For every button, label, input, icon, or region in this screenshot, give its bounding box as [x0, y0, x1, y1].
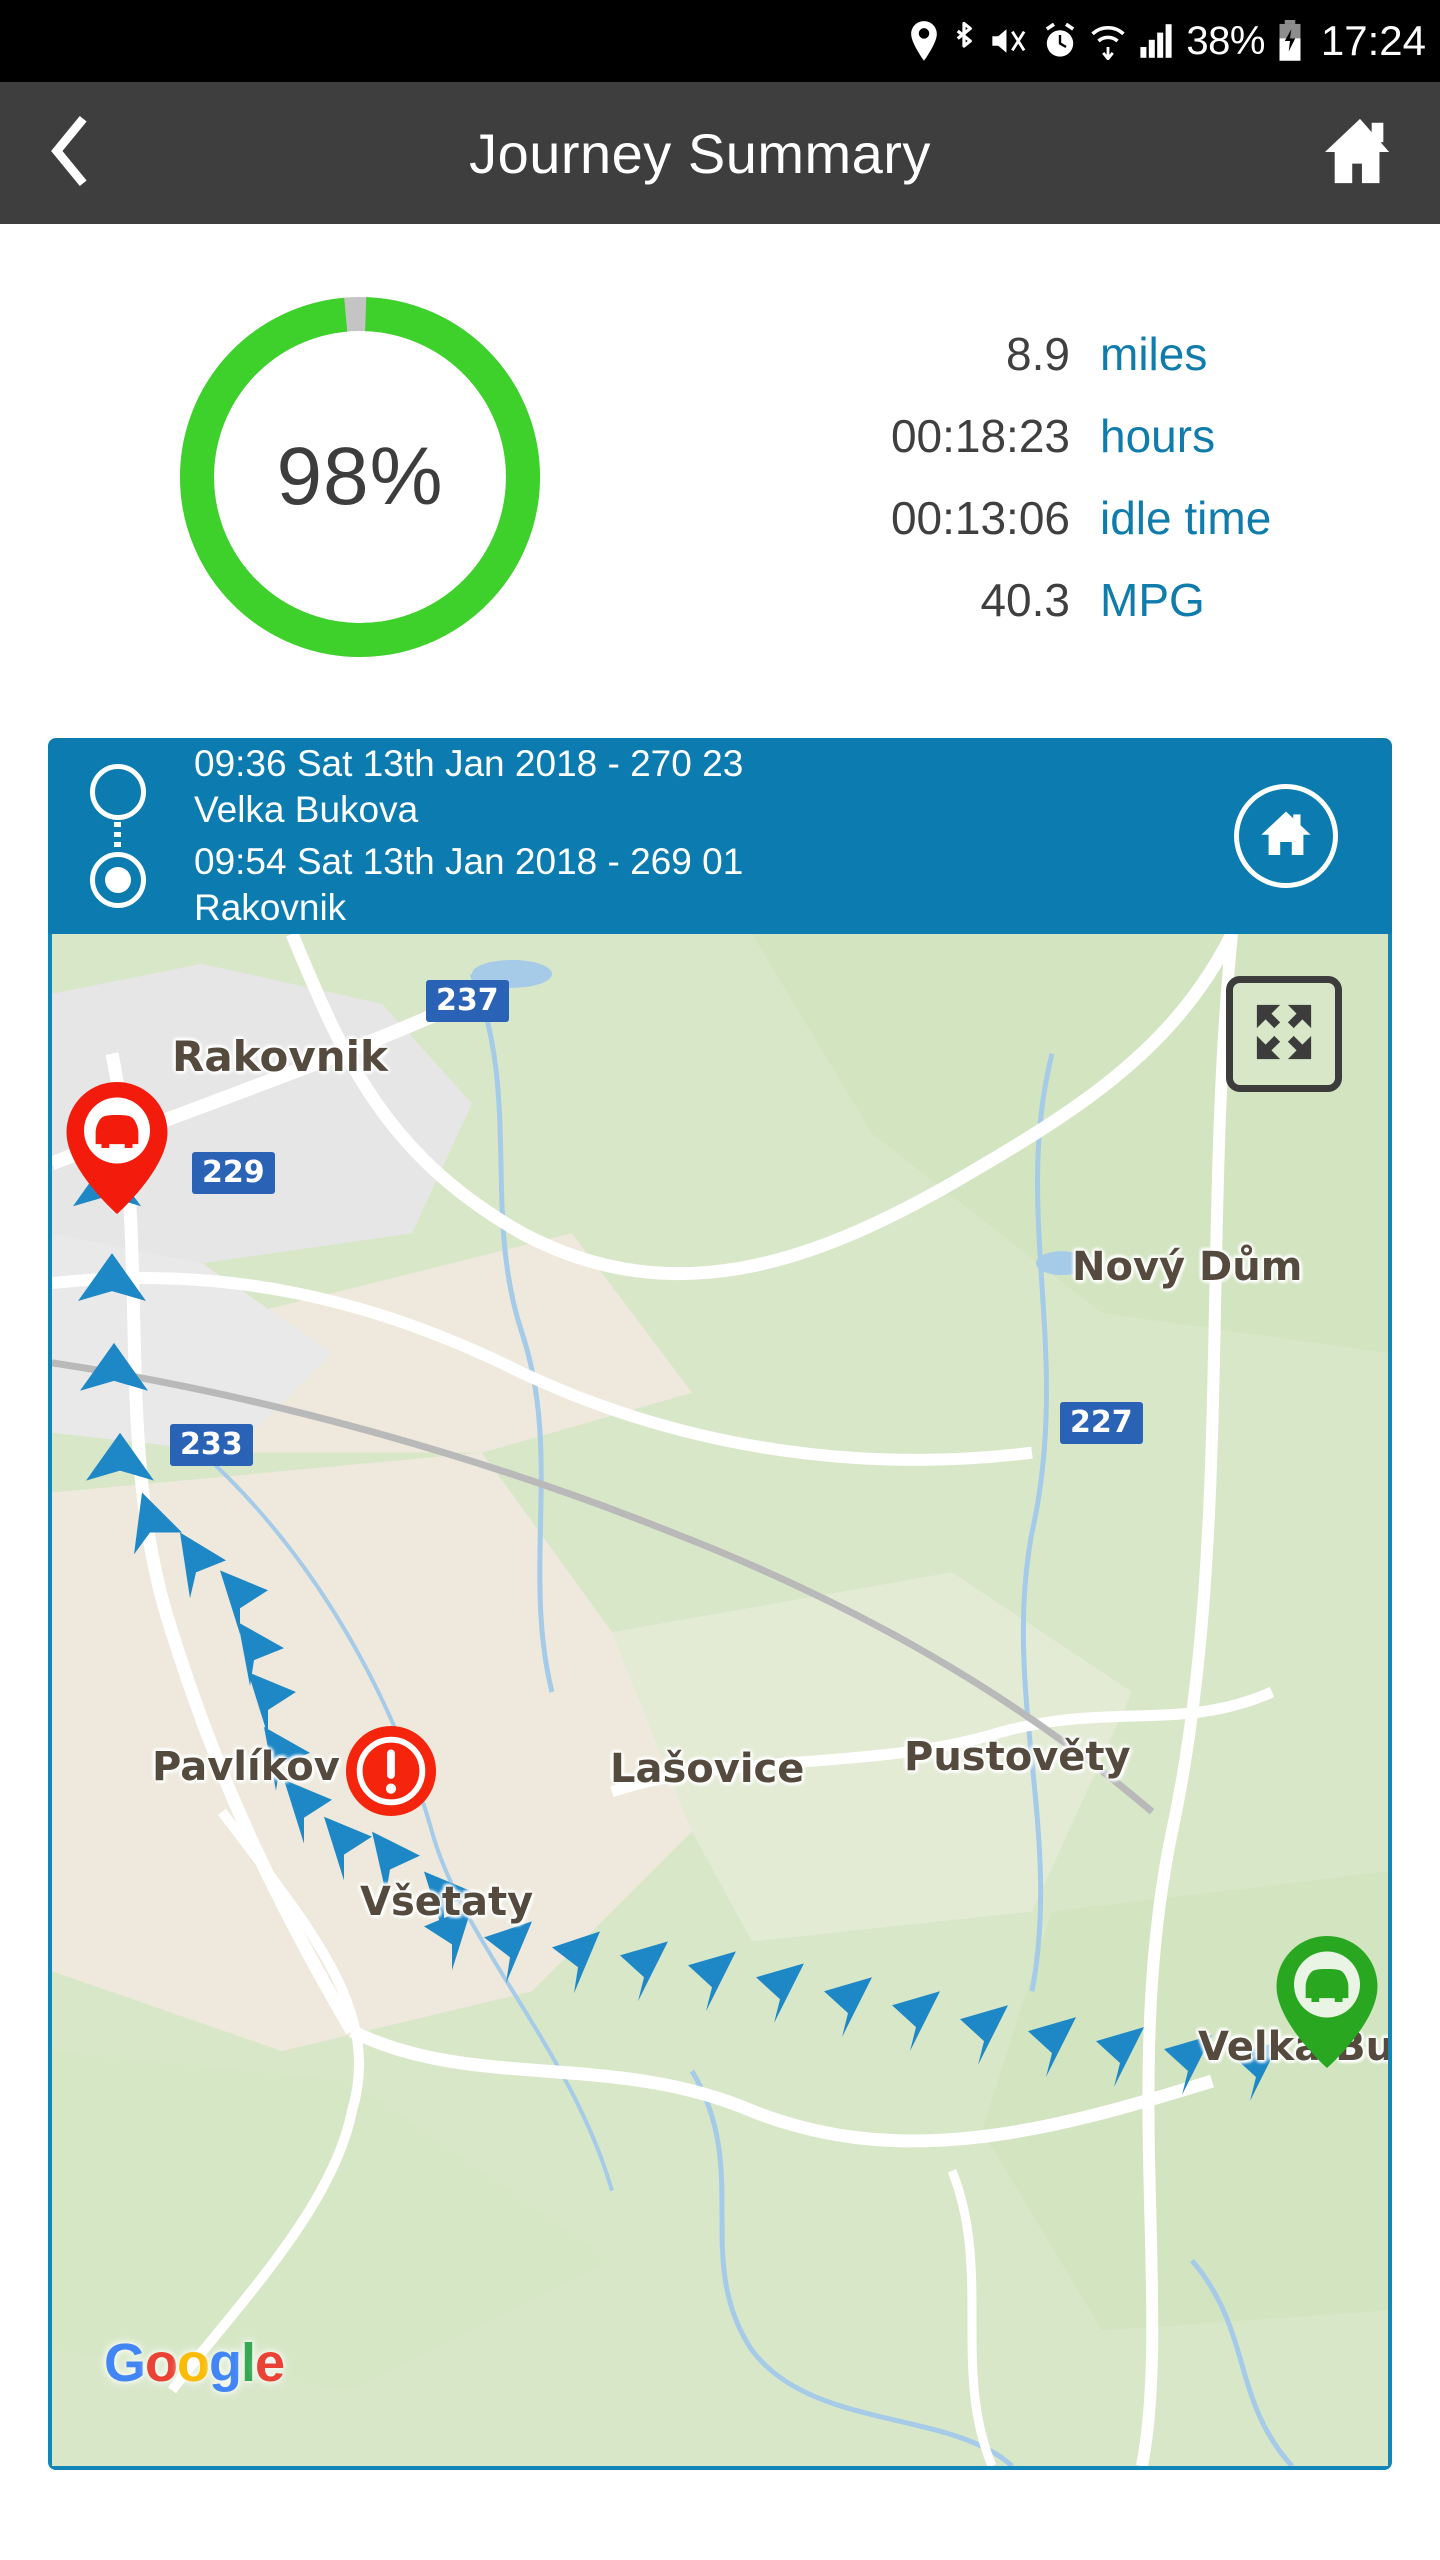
battery-charging-icon [1278, 19, 1302, 63]
road-shield: 229 [192, 1152, 275, 1194]
home-button[interactable] [1280, 82, 1440, 224]
map-place-label: Lašovice [610, 1746, 805, 1792]
status-bar-clock: 17:24 [1320, 17, 1426, 64]
app-bar: Journey Summary [0, 82, 1440, 224]
start-point-icon [90, 764, 146, 820]
status-bar-icons: 38% 17:24 [910, 18, 1426, 64]
google-letter: e [255, 2333, 285, 2393]
battery-percent-label: 38% [1186, 19, 1265, 63]
fullscreen-button[interactable] [1226, 976, 1342, 1092]
fullscreen-expand-icon [1253, 1001, 1315, 1068]
alarm-icon [1043, 19, 1077, 63]
route-map[interactable]: Rakovnik Nový Dům Pavlíkov Lašovice Pust… [48, 934, 1392, 2470]
end-point-icon [90, 852, 146, 908]
stat-value: 00:13:06 [890, 492, 1070, 544]
stat-value: 40.3 [980, 574, 1070, 626]
map-place-label: Pavlíkov [152, 1744, 340, 1790]
harsh-event-marker[interactable] [344, 1724, 438, 1818]
stat-row-hours: 00:18:23 hours [720, 409, 1330, 463]
route-timeline-graphic [76, 756, 172, 916]
journey-start-place: Velka Bukova [194, 789, 419, 830]
google-letter: G [104, 2333, 146, 2393]
journey-home-button[interactable] [1234, 784, 1338, 888]
home-icon [1321, 115, 1399, 192]
map-place-label: Všetaty [360, 1879, 534, 1925]
road-shield: 227 [1060, 1402, 1143, 1444]
journey-details: 09:36 Sat 13th Jan 2018 - 270 23 Velka B… [194, 741, 1364, 931]
road-shield: 233 [170, 1424, 253, 1466]
score-percent-label: 98% [276, 431, 444, 522]
journey-start-datetime: 09:36 Sat 13th Jan 2018 - 270 23 [194, 743, 744, 784]
wifi-icon [1090, 19, 1126, 63]
stat-row-miles: 8.9 miles [720, 327, 1330, 381]
bluetooth-icon [951, 19, 977, 63]
location-icon [910, 19, 938, 63]
alert-exclamation-icon [345, 1725, 437, 1817]
journey-summary-section: 98% 8.9 miles 00:18:23 hours 00:13:06 id… [0, 224, 1440, 730]
road-shield: 237 [426, 980, 509, 1022]
journey-end-datetime: 09:54 Sat 13th Jan 2018 - 269 01 [194, 841, 744, 882]
google-letter: g [209, 2333, 242, 2393]
stat-label: idle time [1100, 492, 1272, 544]
google-letter: l [241, 2333, 256, 2393]
score-donut-chart: 98% [162, 279, 558, 675]
car-pin-green-icon [1276, 1936, 1378, 2068]
map-place-label: Pustověty [904, 1734, 1131, 1780]
signal-icon [1139, 19, 1173, 63]
google-attribution-logo: Google [104, 2332, 285, 2394]
page-title: Journey Summary [469, 121, 931, 185]
google-letter: o [177, 2333, 210, 2393]
journey-end-place: Rakovnik [194, 887, 347, 928]
end-location-marker[interactable] [64, 1082, 170, 1214]
stat-value: 8.9 [1006, 328, 1070, 380]
stat-value: 00:18:23 [890, 410, 1070, 462]
stat-row-idle-time: 00:13:06 idle time [720, 491, 1330, 545]
mute-icon [990, 19, 1030, 63]
home-icon [1257, 807, 1315, 866]
status-bar: 38% 17:24 [0, 0, 1440, 82]
stat-label: miles [1100, 328, 1208, 380]
stat-label: hours [1100, 410, 1216, 462]
journey-stats-list: 8.9 miles 00:18:23 hours 00:13:06 idle t… [720, 327, 1440, 627]
timeline-dots-icon [114, 822, 121, 850]
map-place-label: Rakovnik [172, 1032, 388, 1081]
stat-label: MPG [1100, 574, 1205, 626]
back-button[interactable] [0, 82, 140, 224]
journey-map-card: 09:36 Sat 13th Jan 2018 - 270 23 Velka B… [48, 738, 1392, 2470]
map-place-label: Nový Dům [1072, 1244, 1303, 1290]
chevron-left-icon [48, 114, 92, 193]
google-letter: o [145, 2333, 178, 2393]
car-pin-red-icon [66, 1082, 168, 1214]
start-location-marker[interactable] [1274, 1936, 1380, 2068]
stat-row-mpg: 40.3 MPG [720, 573, 1330, 627]
journey-route-banner: 09:36 Sat 13th Jan 2018 - 270 23 Velka B… [48, 738, 1392, 934]
score-donut-wrapper: 98% [0, 279, 720, 675]
